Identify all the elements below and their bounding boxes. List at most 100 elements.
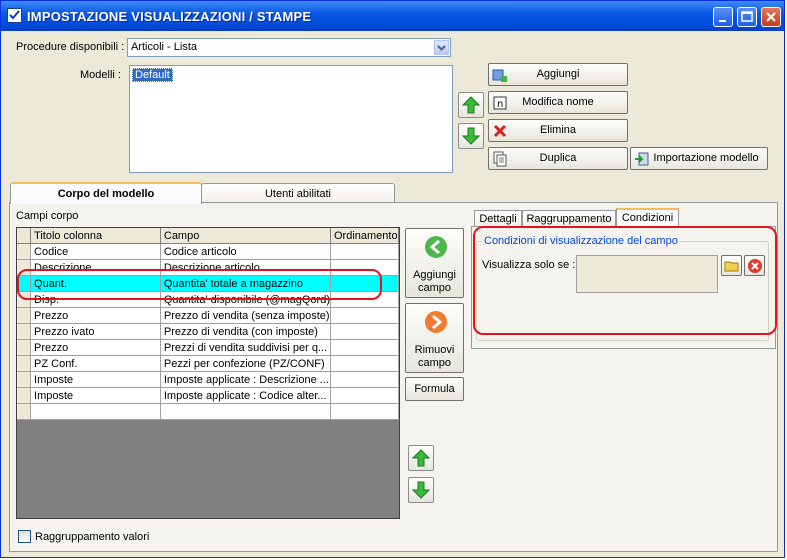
cell-ordinamento[interactable] (330, 355, 399, 372)
cell-campo[interactable]: Pezzi per confezione (PZ/CONF) (160, 355, 332, 372)
highlight-annotation-row (17, 269, 382, 300)
campi-corpo-label: Campi corpo (16, 210, 79, 222)
column-header[interactable]: Campo (160, 228, 332, 244)
cell-campo[interactable]: Prezzi di vendita suddivisi per q... (160, 339, 332, 356)
table-row[interactable]: PZ Conf. Pezzi per confezione (PZ/CONF) (17, 355, 399, 372)
table-row[interactable]: Prezzo Prezzo di vendita (senza imposte) (17, 307, 399, 324)
formula-label: Formula (414, 383, 455, 395)
table-row[interactable]: Prezzo ivato Prezzo di vendita (con impos… (17, 323, 399, 340)
procedure-select[interactable]: Articoli - Lista (127, 38, 451, 57)
move-up-button[interactable] (458, 92, 484, 118)
app-checkbox-icon (7, 8, 22, 23)
tab-condizioni[interactable]: Condizioni (616, 208, 679, 227)
maximize-button[interactable] (737, 7, 757, 27)
column-header[interactable]: Ordinamento (330, 228, 399, 244)
cell-ordinamento[interactable] (330, 371, 399, 388)
elimina-label: Elimina (539, 124, 577, 136)
cell-titolo[interactable]: Imposte (30, 371, 161, 388)
field-move-down-button[interactable] (408, 477, 434, 503)
title-bar[interactable]: IMPOSTAZIONE VISUALIZZAZIONI / STAMPE (1, 1, 784, 31)
tab-utenti-abilitati[interactable]: Utenti abilitati (201, 183, 395, 204)
row-indicator[interactable] (17, 323, 31, 340)
procedure-label: Procedure disponibili : (16, 41, 125, 53)
cell-campo[interactable]: Prezzo di vendita (con imposte) (160, 323, 332, 340)
cell-titolo[interactable]: Codice (30, 243, 161, 260)
cell-ordinamento[interactable] (330, 339, 399, 356)
tab-label: Corpo del modello (57, 188, 155, 200)
highlight-annotation-condizioni (473, 226, 777, 335)
move-down-button[interactable] (458, 123, 484, 149)
cell-campo[interactable]: Codice articolo (160, 243, 332, 260)
aggiungi-label: Aggiungi (536, 68, 580, 80)
cell-titolo[interactable]: Prezzo (30, 339, 161, 356)
aggiungi-campo-button[interactable]: Aggiungi campo (405, 228, 464, 298)
column-header[interactable]: Titolo colonna (30, 228, 161, 244)
modelli-list[interactable]: Default (129, 65, 453, 173)
aggiungi-button[interactable]: Aggiungi (488, 63, 628, 86)
import-icon (634, 151, 650, 175)
cell-ordinamento[interactable] (330, 403, 399, 420)
importazione-modello-label: Importazione modello (653, 152, 759, 164)
rimuovi-campo-label: Rimuovi campo (414, 344, 455, 369)
cell-titolo[interactable]: Prezzo ivato (30, 323, 161, 340)
arrow-up-icon (412, 449, 430, 467)
campi-corpo-table: Titolo colonna Campo Ordinamento Codice C… (17, 228, 399, 420)
raggruppamento-valori-label: Raggruppamento valori (35, 531, 150, 543)
cell-campo[interactable]: Prezzo di vendita (senza imposte) (160, 307, 332, 324)
tab-raggruppamento[interactable]: Raggruppamento (522, 210, 616, 227)
delete-icon (492, 123, 508, 147)
cell-titolo[interactable]: Prezzo (30, 307, 161, 324)
tab-label: Raggruppamento (526, 213, 612, 225)
duplica-button[interactable]: Duplica (488, 147, 628, 170)
cell-ordinamento[interactable] (330, 243, 399, 260)
row-indicator[interactable] (17, 307, 31, 324)
cell-titolo[interactable]: Imposte (30, 387, 161, 404)
arrow-down-icon (412, 481, 430, 499)
arrow-right-icon (425, 311, 447, 333)
minimize-button[interactable] (713, 7, 733, 27)
importazione-modello-button[interactable]: Importazione modello (630, 147, 768, 170)
table-row[interactable]: Imposte Imposte applicate : Descrizione .… (17, 371, 399, 388)
tab-label: Utenti abilitati (264, 188, 332, 200)
cell-titolo[interactable] (30, 403, 161, 420)
cell-campo[interactable]: Imposte applicate : Codice alter... (160, 387, 332, 404)
row-indicator[interactable] (17, 339, 31, 356)
close-button[interactable] (761, 7, 781, 27)
formula-button[interactable]: Formula (405, 377, 464, 401)
modelli-label: Modelli : (80, 69, 121, 81)
modifica-nome-button[interactable]: n Modifica nome (488, 91, 628, 114)
header-indicator (17, 228, 31, 244)
cell-campo[interactable]: Imposte applicate : Descrizione ... (160, 371, 332, 388)
duplica-label: Duplica (539, 152, 577, 164)
rimuovi-campo-button[interactable]: Rimuovi campo (405, 303, 464, 373)
chevron-down-icon[interactable] (434, 40, 449, 55)
cell-campo[interactable] (160, 403, 332, 420)
cell-ordinamento[interactable] (330, 307, 399, 324)
list-item[interactable]: Default (132, 68, 173, 82)
svg-text:n: n (497, 99, 503, 110)
arrow-left-icon (425, 236, 447, 258)
elimina-button[interactable]: Elimina (488, 119, 628, 142)
row-indicator[interactable] (17, 403, 31, 420)
table-row[interactable]: Codice Codice articolo (17, 243, 399, 260)
tab-corpo-del-modello[interactable]: Corpo del modello (10, 182, 202, 204)
row-indicator[interactable] (17, 243, 31, 260)
cell-titolo[interactable]: PZ Conf. (30, 355, 161, 372)
field-move-up-button[interactable] (408, 445, 434, 471)
cell-ordinamento[interactable] (330, 387, 399, 404)
table-row[interactable] (17, 403, 399, 420)
tab-label: Dettagli (479, 213, 517, 225)
row-indicator[interactable] (17, 371, 31, 388)
modifica-nome-label: Modifica nome (522, 96, 594, 108)
row-indicator[interactable] (17, 355, 31, 372)
tab-dettagli[interactable]: Dettagli (474, 210, 522, 227)
table-row[interactable]: Imposte Imposte applicate : Codice alter.… (17, 387, 399, 404)
row-indicator[interactable] (17, 387, 31, 404)
cell-ordinamento[interactable] (330, 323, 399, 340)
add-model-icon (492, 67, 508, 91)
dialog-window: IMPOSTAZIONE VISUALIZZAZIONI / STAMPE Pr… (0, 0, 785, 558)
table-row[interactable]: Prezzo Prezzi di vendita suddivisi per q.… (17, 339, 399, 356)
procedure-value: Articoli - Lista (131, 41, 198, 53)
arrow-down-icon (462, 127, 480, 145)
raggruppamento-valori-checkbox[interactable] (18, 530, 31, 543)
